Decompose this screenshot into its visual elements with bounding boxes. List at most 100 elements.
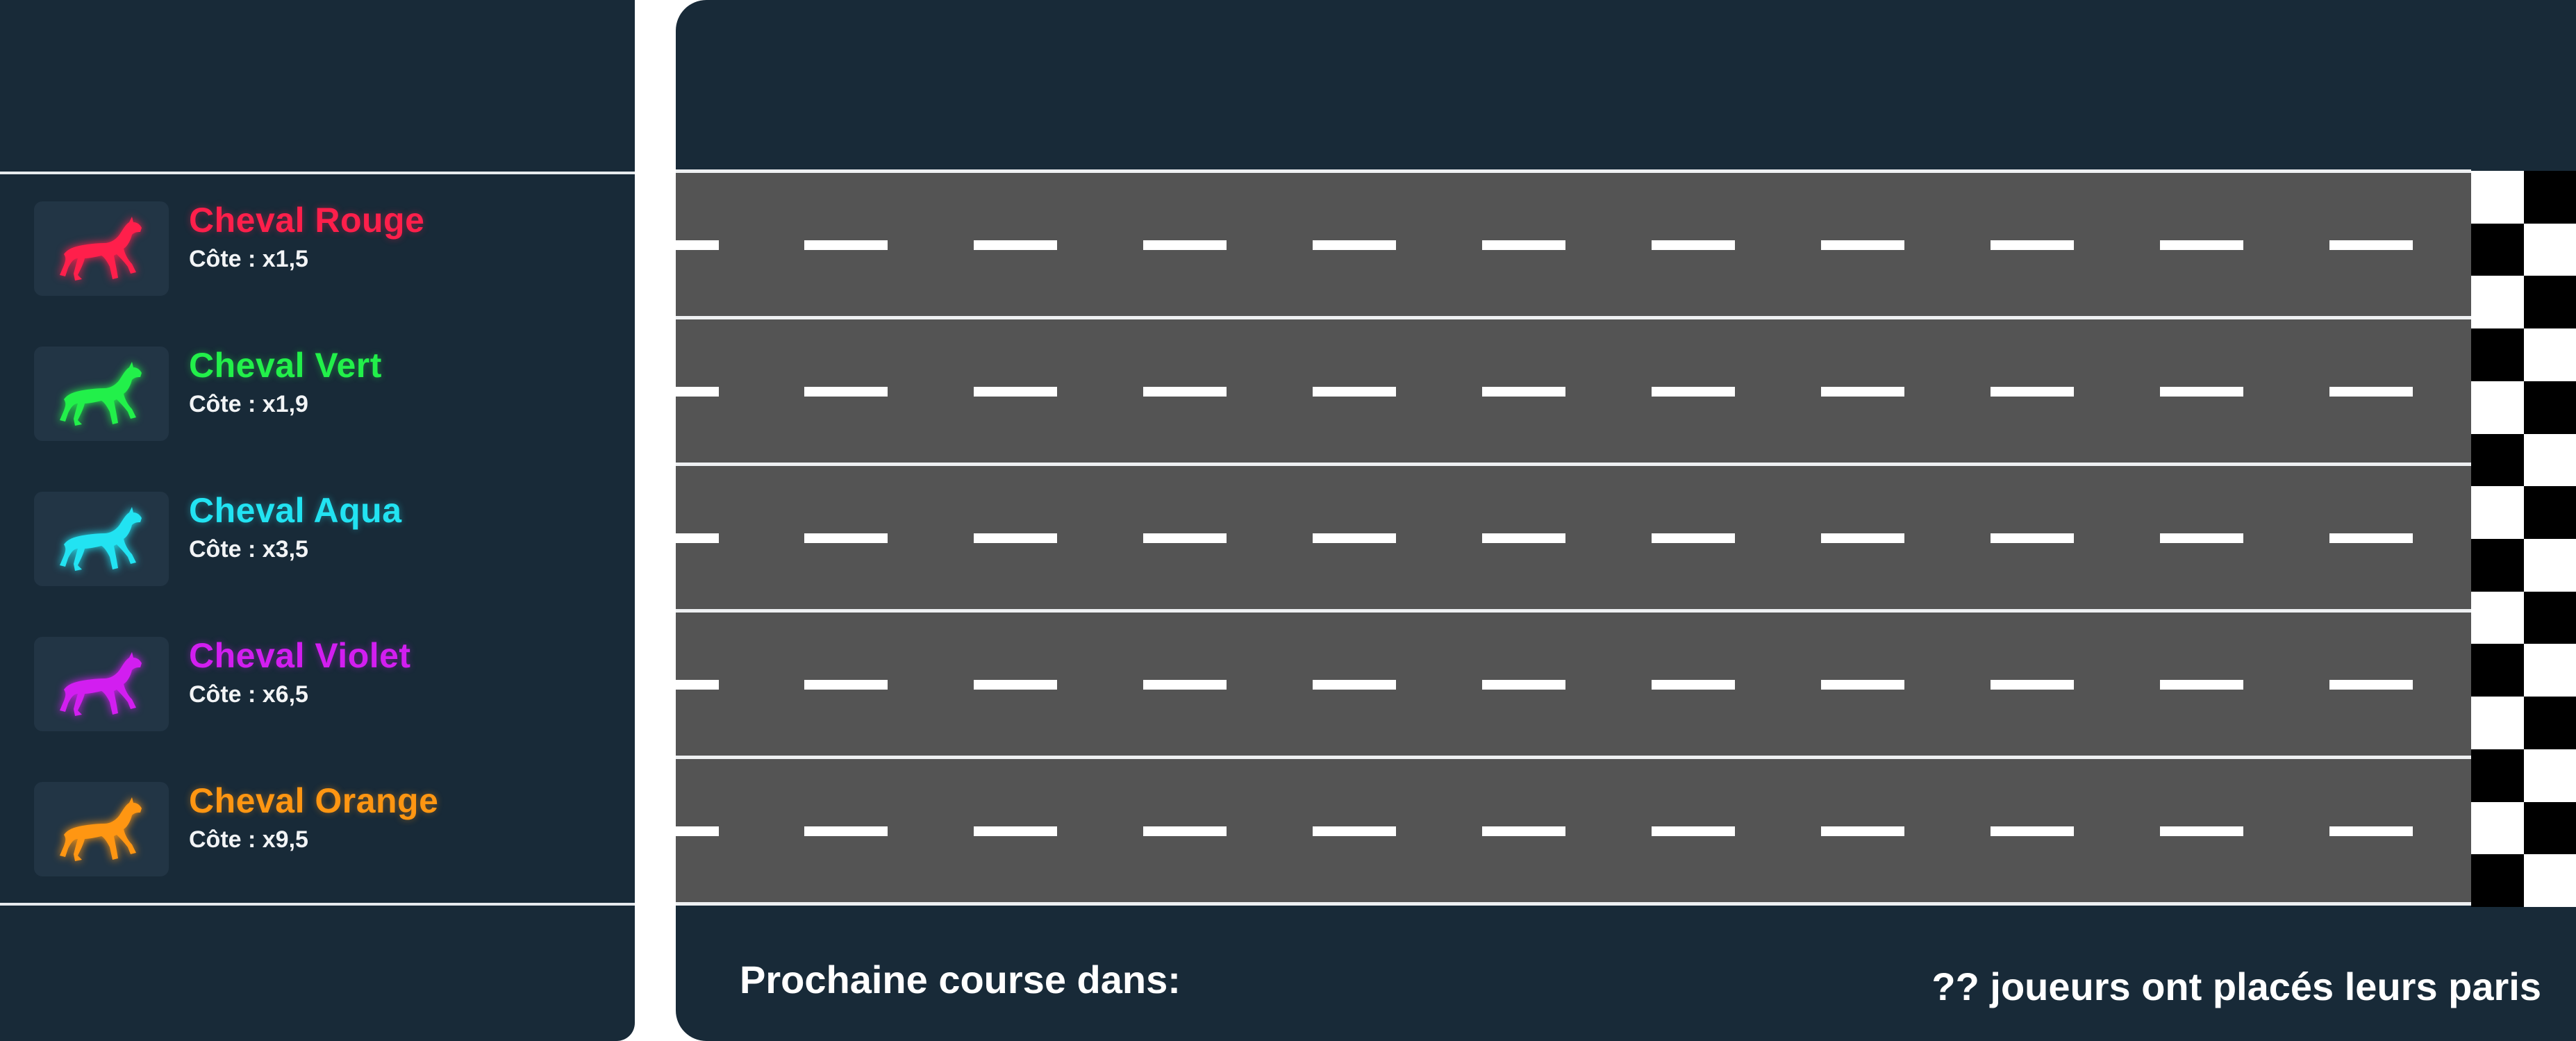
horse-icon-box: [34, 347, 169, 441]
horse-name: Cheval Violet: [189, 636, 411, 675]
finish-square: [2523, 276, 2576, 329]
horse-icon-box: [34, 492, 169, 586]
lane-dash: [1991, 680, 2074, 690]
lane-dash: [804, 533, 888, 543]
race-track: [676, 169, 2576, 908]
horse-odds: Côte : x1,9: [189, 391, 308, 417]
lane-dash: [2329, 680, 2413, 690]
lane-dash: [2329, 240, 2413, 250]
lane-dash: [2329, 533, 2413, 543]
finish-square: [2523, 801, 2576, 855]
horse-item[interactable]: Cheval Aqua Côte : x3,5: [0, 464, 635, 609]
finish-square: [2471, 328, 2524, 382]
lane-dash: [2160, 387, 2243, 397]
lane-dash: [974, 680, 1057, 690]
horse-odds: Côte : x3,5: [189, 536, 308, 563]
finish-square: [2471, 697, 2524, 750]
lane-dash: [1143, 826, 1227, 836]
race-lane: [676, 759, 2471, 903]
lane-dash: [1482, 826, 1565, 836]
lane-dash: [1991, 240, 2074, 250]
lane-dash: [2329, 387, 2413, 397]
lane-dash: [1821, 387, 1904, 397]
finish-square: [2523, 433, 2576, 487]
finish-square: [2523, 644, 2576, 697]
horse-list-panel: Cheval Rouge Côte : x1,5 Cheval Vert Côte :…: [0, 0, 635, 1041]
divider: [0, 903, 635, 906]
lane-dash: [1313, 387, 1396, 397]
lane-dash: [1143, 240, 1227, 250]
lane-dash: [1991, 826, 2074, 836]
finish-square: [2523, 223, 2576, 276]
horse-icon-box: [34, 637, 169, 731]
lane-dash: [2160, 533, 2243, 543]
lane-dash: [1143, 680, 1227, 690]
lane-dash: [676, 533, 719, 543]
lane-dash: [2160, 240, 2243, 250]
finish-square: [2471, 171, 2524, 224]
finish-square: [2523, 854, 2576, 908]
horse-name: Cheval Vert: [189, 346, 382, 385]
lane-dash: [2160, 680, 2243, 690]
horse-icon: [60, 797, 142, 861]
horse-item[interactable]: Cheval Rouge Côte : x1,5: [0, 174, 635, 319]
horse-item[interactable]: Cheval Vert Côte : x1,9: [0, 319, 635, 464]
lane-dash: [804, 826, 888, 836]
finish-line: [2471, 171, 2576, 908]
finish-square: [2471, 486, 2524, 540]
lane-dash: [974, 826, 1057, 836]
race-lane: [676, 319, 2471, 464]
lane-divider: [676, 169, 2471, 173]
lane-dash: [1313, 240, 1396, 250]
finish-square: [2471, 749, 2524, 803]
lane-dash: [1821, 240, 1904, 250]
lane-dash: [974, 387, 1057, 397]
lane-dash: [1482, 240, 1565, 250]
lane-dash: [1313, 533, 1396, 543]
lane-dash: [804, 680, 888, 690]
finish-square: [2471, 644, 2524, 697]
finish-square: [2471, 223, 2524, 276]
race-lane: [676, 173, 2471, 317]
horse-icon: [60, 507, 142, 571]
horse-icon: [60, 362, 142, 426]
lane-dash: [1482, 680, 1565, 690]
horse-icon-box: [34, 782, 169, 876]
lane-dash: [1821, 680, 1904, 690]
horse-icon-box: [34, 201, 169, 296]
lane-dash: [676, 240, 719, 250]
lane-dash: [676, 387, 719, 397]
finish-square: [2471, 801, 2524, 855]
finish-square: [2471, 433, 2524, 487]
lane-divider: [676, 756, 2471, 759]
finish-square: [2471, 276, 2524, 329]
horse-item[interactable]: Cheval Orange Côte : x9,5: [0, 754, 635, 899]
lane-dash: [2329, 826, 2413, 836]
lane-dash: [1652, 826, 1735, 836]
finish-square: [2523, 381, 2576, 435]
lane-dash: [1482, 387, 1565, 397]
finish-square: [2523, 697, 2576, 750]
finish-square: [2471, 591, 2524, 644]
horse-item[interactable]: Cheval Violet Côte : x6,5: [0, 609, 635, 754]
finish-square: [2523, 591, 2576, 644]
lane-dash: [974, 533, 1057, 543]
race-lane: [676, 613, 2471, 757]
lane-dash: [804, 387, 888, 397]
finish-square: [2523, 749, 2576, 803]
lane-dash: [1991, 387, 2074, 397]
lane-dash: [1313, 680, 1396, 690]
lane-dash: [676, 826, 719, 836]
lane-dash: [1991, 533, 2074, 543]
finish-square: [2471, 854, 2524, 908]
finish-square: [2523, 328, 2576, 382]
horse-icon: [60, 652, 142, 716]
lane-dash: [1143, 533, 1227, 543]
finish-square: [2471, 539, 2524, 592]
race-lane: [676, 466, 2471, 610]
lane-dash: [804, 240, 888, 250]
finish-square: [2523, 486, 2576, 540]
lane-divider: [676, 463, 2471, 466]
horse-odds: Côte : x1,5: [189, 246, 308, 272]
horse-name: Cheval Orange: [189, 781, 439, 820]
